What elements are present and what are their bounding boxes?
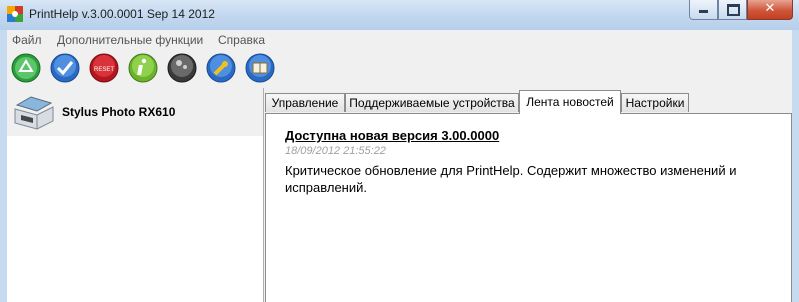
window-controls: ✕ [689, 0, 793, 20]
tab-settings[interactable]: Настройки [621, 93, 689, 112]
tab-news-feed[interactable]: Лента новостей [519, 90, 621, 114]
title-bar[interactable]: PrintHelp v.3.00.0001 Sep 14 2012 ✕ [0, 0, 799, 30]
tab-control[interactable]: Управление [265, 93, 345, 112]
minimize-icon [699, 10, 708, 13]
maximize-icon [727, 4, 740, 16]
news-panel: Доступна новая версия 3.00.0000 18/09/20… [265, 113, 792, 302]
tab-supported-devices[interactable]: Поддерживаемые устройства [345, 93, 519, 112]
disc-icon[interactable] [167, 53, 197, 83]
menu-help[interactable]: Справка [218, 33, 265, 47]
info-icon[interactable] [128, 53, 158, 83]
news-date: 18/09/2012 21:55:22 [285, 145, 386, 157]
check-icon[interactable] [50, 53, 80, 83]
news-title-link[interactable]: Доступна новая версия 3.00.0000 [285, 128, 499, 143]
minimize-button[interactable] [689, 0, 718, 20]
wrench-icon[interactable] [206, 53, 236, 83]
maximize-button[interactable] [718, 0, 747, 20]
menu-bar: Файл Дополнительные функции Справка [7, 30, 792, 50]
svg-text:RESET: RESET [94, 67, 114, 73]
window-frame-left [0, 30, 7, 302]
book-icon[interactable] [245, 53, 275, 83]
window-title: PrintHelp v.3.00.0001 Sep 14 2012 [29, 7, 215, 21]
printer-icon [14, 96, 54, 130]
printhelp-app-icon [7, 6, 23, 22]
device-list-panel: Stylus Photo RX610 [7, 88, 263, 302]
close-button[interactable]: ✕ [747, 0, 793, 20]
menu-advanced-functions[interactable]: Дополнительные функции [57, 33, 203, 47]
reset-icon[interactable]: RESET [89, 53, 119, 83]
news-body: Критическое обновление для PrintHelp. Со… [285, 163, 737, 195]
window-frame-right [792, 30, 799, 302]
splitter[interactable] [263, 88, 264, 302]
device-name: Stylus Photo RX610 [62, 105, 176, 119]
client-area: Файл Дополнительные функции Справка RESE… [7, 30, 792, 302]
recycle-icon[interactable] [11, 53, 41, 83]
menu-file[interactable]: Файл [12, 33, 42, 47]
device-list-item[interactable]: Stylus Photo RX610 [7, 88, 263, 136]
toolbar: RESET [7, 50, 792, 86]
close-icon: ✕ [764, 1, 776, 16]
